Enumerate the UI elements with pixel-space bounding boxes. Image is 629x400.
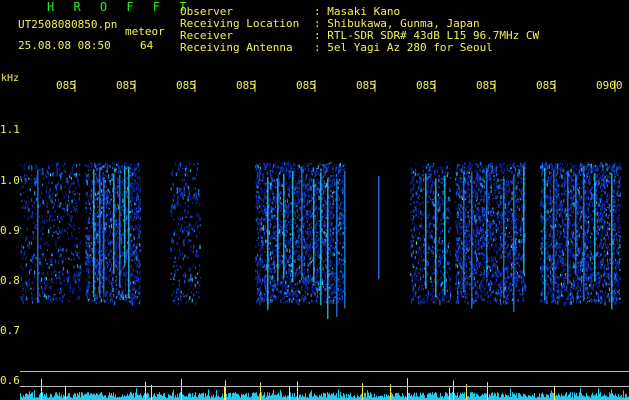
time-tick: 085 [476, 79, 496, 92]
y-axis-label: 0.9 [0, 224, 20, 237]
time-tick: 085 [416, 79, 436, 92]
y-axis-label: 0.7 [0, 324, 20, 337]
time-tick: 085 [356, 79, 376, 92]
y-axis-label: 0.8 [0, 274, 20, 287]
mode-label: meteor [125, 25, 165, 38]
y-axis-label: 1.1 [0, 123, 20, 136]
image-filename: UT2508080850.pn [18, 18, 118, 31]
antenna-value: : 5el Yagi Az 280 for Seoul [314, 41, 493, 54]
time-tick: 085 [56, 79, 76, 92]
app-title: H R O F F T [47, 0, 193, 14]
activity-baseline-upper [20, 371, 629, 372]
y-axis-label: 0.6 [0, 374, 20, 387]
time-tick: 085 [536, 79, 556, 92]
y-axis-unit: kHz [1, 73, 20, 84]
antenna-label: Receiving Antenna [180, 41, 293, 54]
hroft-window: H R O F F T UT2508080850.pn meteor 25.08… [0, 0, 629, 400]
meteor-count: 64 [140, 39, 154, 52]
activity-baseline-lower [20, 386, 629, 387]
time-tick: 085 [296, 79, 316, 92]
time-tick: 0900 [596, 79, 623, 92]
spectrogram-canvas [20, 80, 629, 400]
time-tick: 085 [236, 79, 256, 92]
time-tick: 085 [176, 79, 196, 92]
timestamp: 25.08.08 08:50 [18, 39, 111, 52]
time-tick: 085 [116, 79, 136, 92]
y-axis-label: 1.0 [0, 174, 20, 187]
